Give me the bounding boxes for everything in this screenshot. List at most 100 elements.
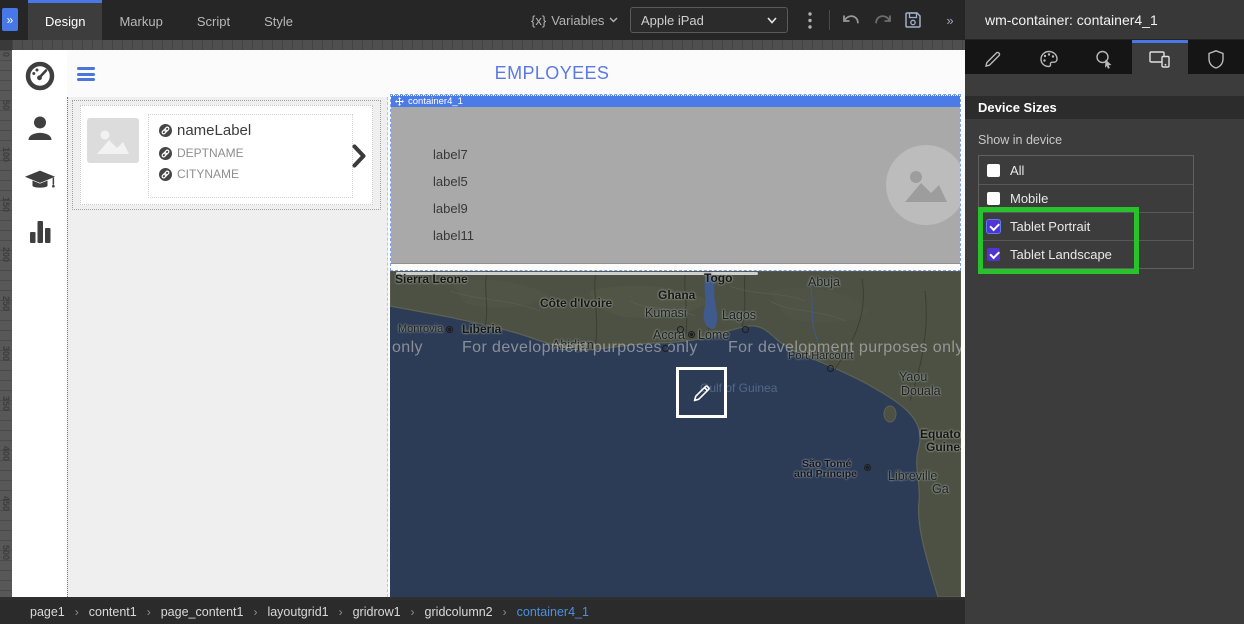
editor-tab[interactable]: Design bbox=[28, 0, 102, 40]
map-markers-layer bbox=[390, 271, 961, 597]
picture-placeholder-icon[interactable] bbox=[87, 118, 139, 163]
editor-tab[interactable]: Style bbox=[247, 0, 310, 40]
editor-tab[interactable]: Script bbox=[180, 0, 247, 40]
tab-properties[interactable] bbox=[965, 40, 1021, 74]
device-preview-select[interactable]: Apple iPad bbox=[630, 7, 788, 33]
save-button[interactable] bbox=[902, 10, 924, 30]
device-size-row[interactable]: Tablet Landscape bbox=[979, 240, 1193, 268]
kebab-menu-icon[interactable] bbox=[804, 12, 816, 28]
field-label: CITYNAME bbox=[177, 167, 239, 181]
device-checkbox[interactable] bbox=[987, 220, 1000, 233]
page-title: EMPLOYEES bbox=[495, 63, 610, 84]
variables-button[interactable]: {x} Variables bbox=[531, 0, 618, 40]
breadcrumb-separator: › bbox=[75, 605, 79, 619]
breadcrumb-link[interactable]: container4_1 bbox=[517, 605, 589, 619]
move-icon bbox=[395, 97, 404, 106]
map-marker-icon bbox=[742, 326, 749, 333]
redo-button[interactable] bbox=[872, 10, 894, 30]
device-checkbox[interactable] bbox=[987, 192, 1000, 205]
show-in-device-label: Show in device bbox=[978, 133, 1244, 147]
label-widget[interactable]: label11 bbox=[433, 228, 474, 243]
ruler-number: 400 bbox=[0, 443, 12, 463]
tab-events[interactable] bbox=[1077, 40, 1133, 74]
breadcrumb-link[interactable]: content1 bbox=[89, 605, 137, 619]
device-size-label: Tablet Portrait bbox=[1010, 219, 1090, 234]
field-label: nameLabel bbox=[177, 122, 251, 139]
label-widget[interactable]: label9 bbox=[433, 201, 468, 216]
list-item-chevron[interactable] bbox=[350, 136, 368, 176]
ruler-number: 100 bbox=[0, 145, 12, 165]
undo-icon bbox=[841, 11, 861, 29]
label-widget[interactable]: label7 bbox=[433, 147, 468, 162]
selection-handle-bar[interactable]: container4_1 bbox=[391, 95, 960, 107]
app-header: EMPLOYEES bbox=[67, 50, 965, 97]
list-widget-outline: nameLabel DEPTNAME CITYNAME bbox=[72, 100, 381, 210]
breadcrumb-link[interactable]: gridcolumn2 bbox=[425, 605, 493, 619]
device-size-row[interactable]: Mobile bbox=[979, 184, 1193, 212]
education-icon[interactable] bbox=[24, 164, 56, 196]
panel-tabs bbox=[965, 40, 1244, 74]
breadcrumb-link[interactable]: layoutgrid1 bbox=[267, 605, 328, 619]
breadcrumb-separator: › bbox=[147, 605, 151, 619]
breadcrumb-separator: › bbox=[339, 605, 343, 619]
vertical-ruler: 050100150200250300350400450500 bbox=[0, 50, 12, 597]
breadcrumb-item: gridcolumn2 › bbox=[425, 605, 517, 619]
employee-list-column: nameLabel DEPTNAME CITYNAME bbox=[67, 97, 388, 597]
map-marker-icon bbox=[688, 331, 695, 338]
breadcrumb-item: page1 › bbox=[30, 605, 89, 619]
picture-placeholder-circle[interactable] bbox=[886, 145, 960, 225]
tab-styles[interactable] bbox=[1021, 40, 1077, 74]
breadcrumb-separator: › bbox=[253, 605, 257, 619]
selection-label: container4_1 bbox=[408, 97, 463, 107]
map-widget[interactable]: Sierra LeoneCôte d'IvoireGhanaTogoLiberi… bbox=[390, 271, 961, 597]
ruler-number: 300 bbox=[0, 344, 12, 364]
bound-field[interactable]: nameLabel bbox=[159, 122, 352, 139]
ruler-number: 200 bbox=[0, 244, 12, 264]
breadcrumb-link[interactable]: page1 bbox=[30, 605, 65, 619]
properties-panel: wm-container: container4_1 Device Sizes … bbox=[965, 0, 1244, 624]
device-size-label: Mobile bbox=[1010, 191, 1048, 206]
toolbar-divider bbox=[829, 10, 830, 30]
device-checkbox[interactable] bbox=[987, 164, 1000, 177]
map-marker-icon bbox=[662, 345, 669, 352]
device-checkbox[interactable] bbox=[987, 248, 1000, 261]
breadcrumb-item: gridrow1 › bbox=[353, 605, 425, 619]
double-chevron-right-icon: » bbox=[946, 13, 953, 28]
picture-icon bbox=[903, 166, 949, 204]
device-sizes-header: Device Sizes bbox=[965, 96, 1244, 119]
breadcrumb-item: layoutgrid1 › bbox=[267, 605, 352, 619]
bar-chart-icon[interactable] bbox=[24, 214, 56, 246]
widget-breadcrumb: page1 › content1 › page_content1 › layou… bbox=[0, 600, 965, 624]
expand-sidebar-button[interactable]: » bbox=[2, 8, 18, 31]
bound-field[interactable]: CITYNAME bbox=[159, 167, 352, 181]
map-marker-icon bbox=[677, 326, 684, 333]
pencil-icon bbox=[983, 49, 1003, 69]
double-chevron-right-icon: » bbox=[7, 13, 14, 27]
device-size-row[interactable]: Tablet Portrait bbox=[979, 212, 1193, 240]
collapse-panel-button[interactable]: » bbox=[941, 10, 959, 30]
map-edit-button[interactable] bbox=[676, 367, 727, 418]
device-size-row[interactable]: All bbox=[979, 156, 1193, 184]
tab-security[interactable] bbox=[1188, 40, 1244, 74]
undo-button[interactable] bbox=[840, 10, 862, 30]
list-item-fields: nameLabel DEPTNAME CITYNAME bbox=[148, 114, 353, 198]
wavemaker-studio: » DesignMarkupScriptStyle {x} Variables … bbox=[0, 0, 1244, 624]
user-icon[interactable] bbox=[24, 112, 56, 144]
ruler-number: 450 bbox=[0, 493, 12, 513]
field-label: DEPTNAME bbox=[177, 146, 244, 160]
breadcrumb-link[interactable]: page_content1 bbox=[161, 605, 244, 619]
dashboard-icon[interactable] bbox=[24, 60, 56, 92]
variables-label: Variables bbox=[551, 13, 604, 28]
bound-field[interactable]: DEPTNAME bbox=[159, 146, 352, 160]
container4-widget[interactable]: label7 label5 label9 label11 bbox=[391, 107, 960, 264]
devices-icon bbox=[1149, 50, 1171, 68]
editor-tab[interactable]: Markup bbox=[102, 0, 179, 40]
tab-devices[interactable] bbox=[1132, 40, 1188, 74]
label-widget[interactable]: label5 bbox=[433, 174, 468, 189]
breadcrumb-item: container4_1 bbox=[517, 605, 589, 619]
breadcrumb-link[interactable]: gridrow1 bbox=[353, 605, 401, 619]
employee-list-item[interactable]: nameLabel DEPTNAME CITYNAME bbox=[80, 105, 373, 205]
ruler-number: 350 bbox=[0, 394, 12, 414]
variables-x-icon: {x} bbox=[531, 13, 546, 28]
hamburger-menu-icon[interactable] bbox=[77, 67, 95, 81]
